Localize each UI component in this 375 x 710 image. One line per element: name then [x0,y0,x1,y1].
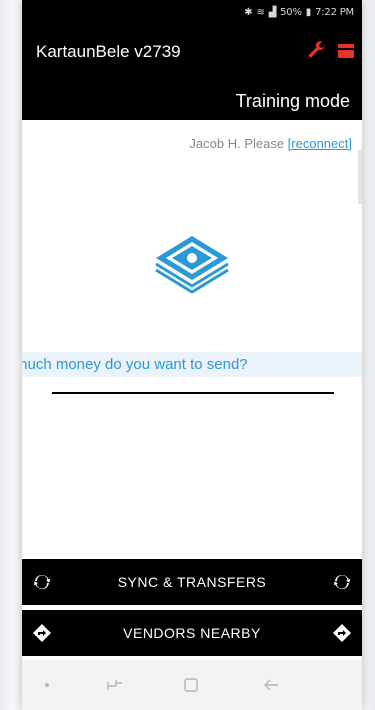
user-status-line: Jacob H. Please [reconnect] [189,136,352,151]
amount-question-input[interactable]: w much money do you want to send? [22,352,362,377]
wrench-icon[interactable] [306,40,328,62]
sync-transfers-label: SYNC & TRANSFERS [117,574,267,590]
input-underline [52,392,334,394]
app-header: KartaunBele v2739 Training mode [22,24,362,120]
battery-icon: ▮ [305,6,312,18]
vendors-nearby-button[interactable]: VENDORS NEARBY [22,610,362,656]
status-time: 7:22 PM [315,6,354,18]
home-icon[interactable] [180,674,202,696]
scrollbar[interactable] [358,150,362,204]
system-nav-bar [22,660,362,710]
sync-transfers-button[interactable]: SYNC & TRANSFERS [22,559,362,605]
recent-apps-icon[interactable] [104,674,126,696]
money-stack-icon [155,236,229,294]
main-content: Jacob H. Please [reconnect] w much money… [22,120,362,558]
phone-screen: ✱ ≋ ▟ 50% ▮ 7:22 PM KartaunBele v2739 Tr… [22,0,362,710]
direction-icon [33,624,51,642]
dot-icon [36,674,58,696]
wifi-icon: ≋ [256,6,265,18]
battery-percentage: 50% [280,6,302,18]
user-status-text: Jacob H. Please [189,136,288,151]
vendors-nearby-label: VENDORS NEARBY [123,625,261,641]
sync-icon [334,574,350,590]
status-bar: ✱ ≋ ▟ 50% ▮ 7:22 PM [22,0,362,24]
reconnect-link[interactable]: [reconnect] [288,136,352,151]
signal-icon: ▟ [268,6,277,18]
back-icon[interactable] [260,674,282,696]
sync-icon [34,574,50,590]
direction-icon [333,624,351,642]
app-title: KartaunBele v2739 [36,42,181,61]
screenshot-frame: ✱ ≋ ▟ 50% ▮ 7:22 PM KartaunBele v2739 Tr… [0,0,375,710]
training-mode-label: Training mode [235,91,350,111]
bluetooth-icon: ✱ [244,6,253,18]
card-icon[interactable] [338,44,354,58]
amount-question-text: w much money do you want to send? [22,356,248,373]
